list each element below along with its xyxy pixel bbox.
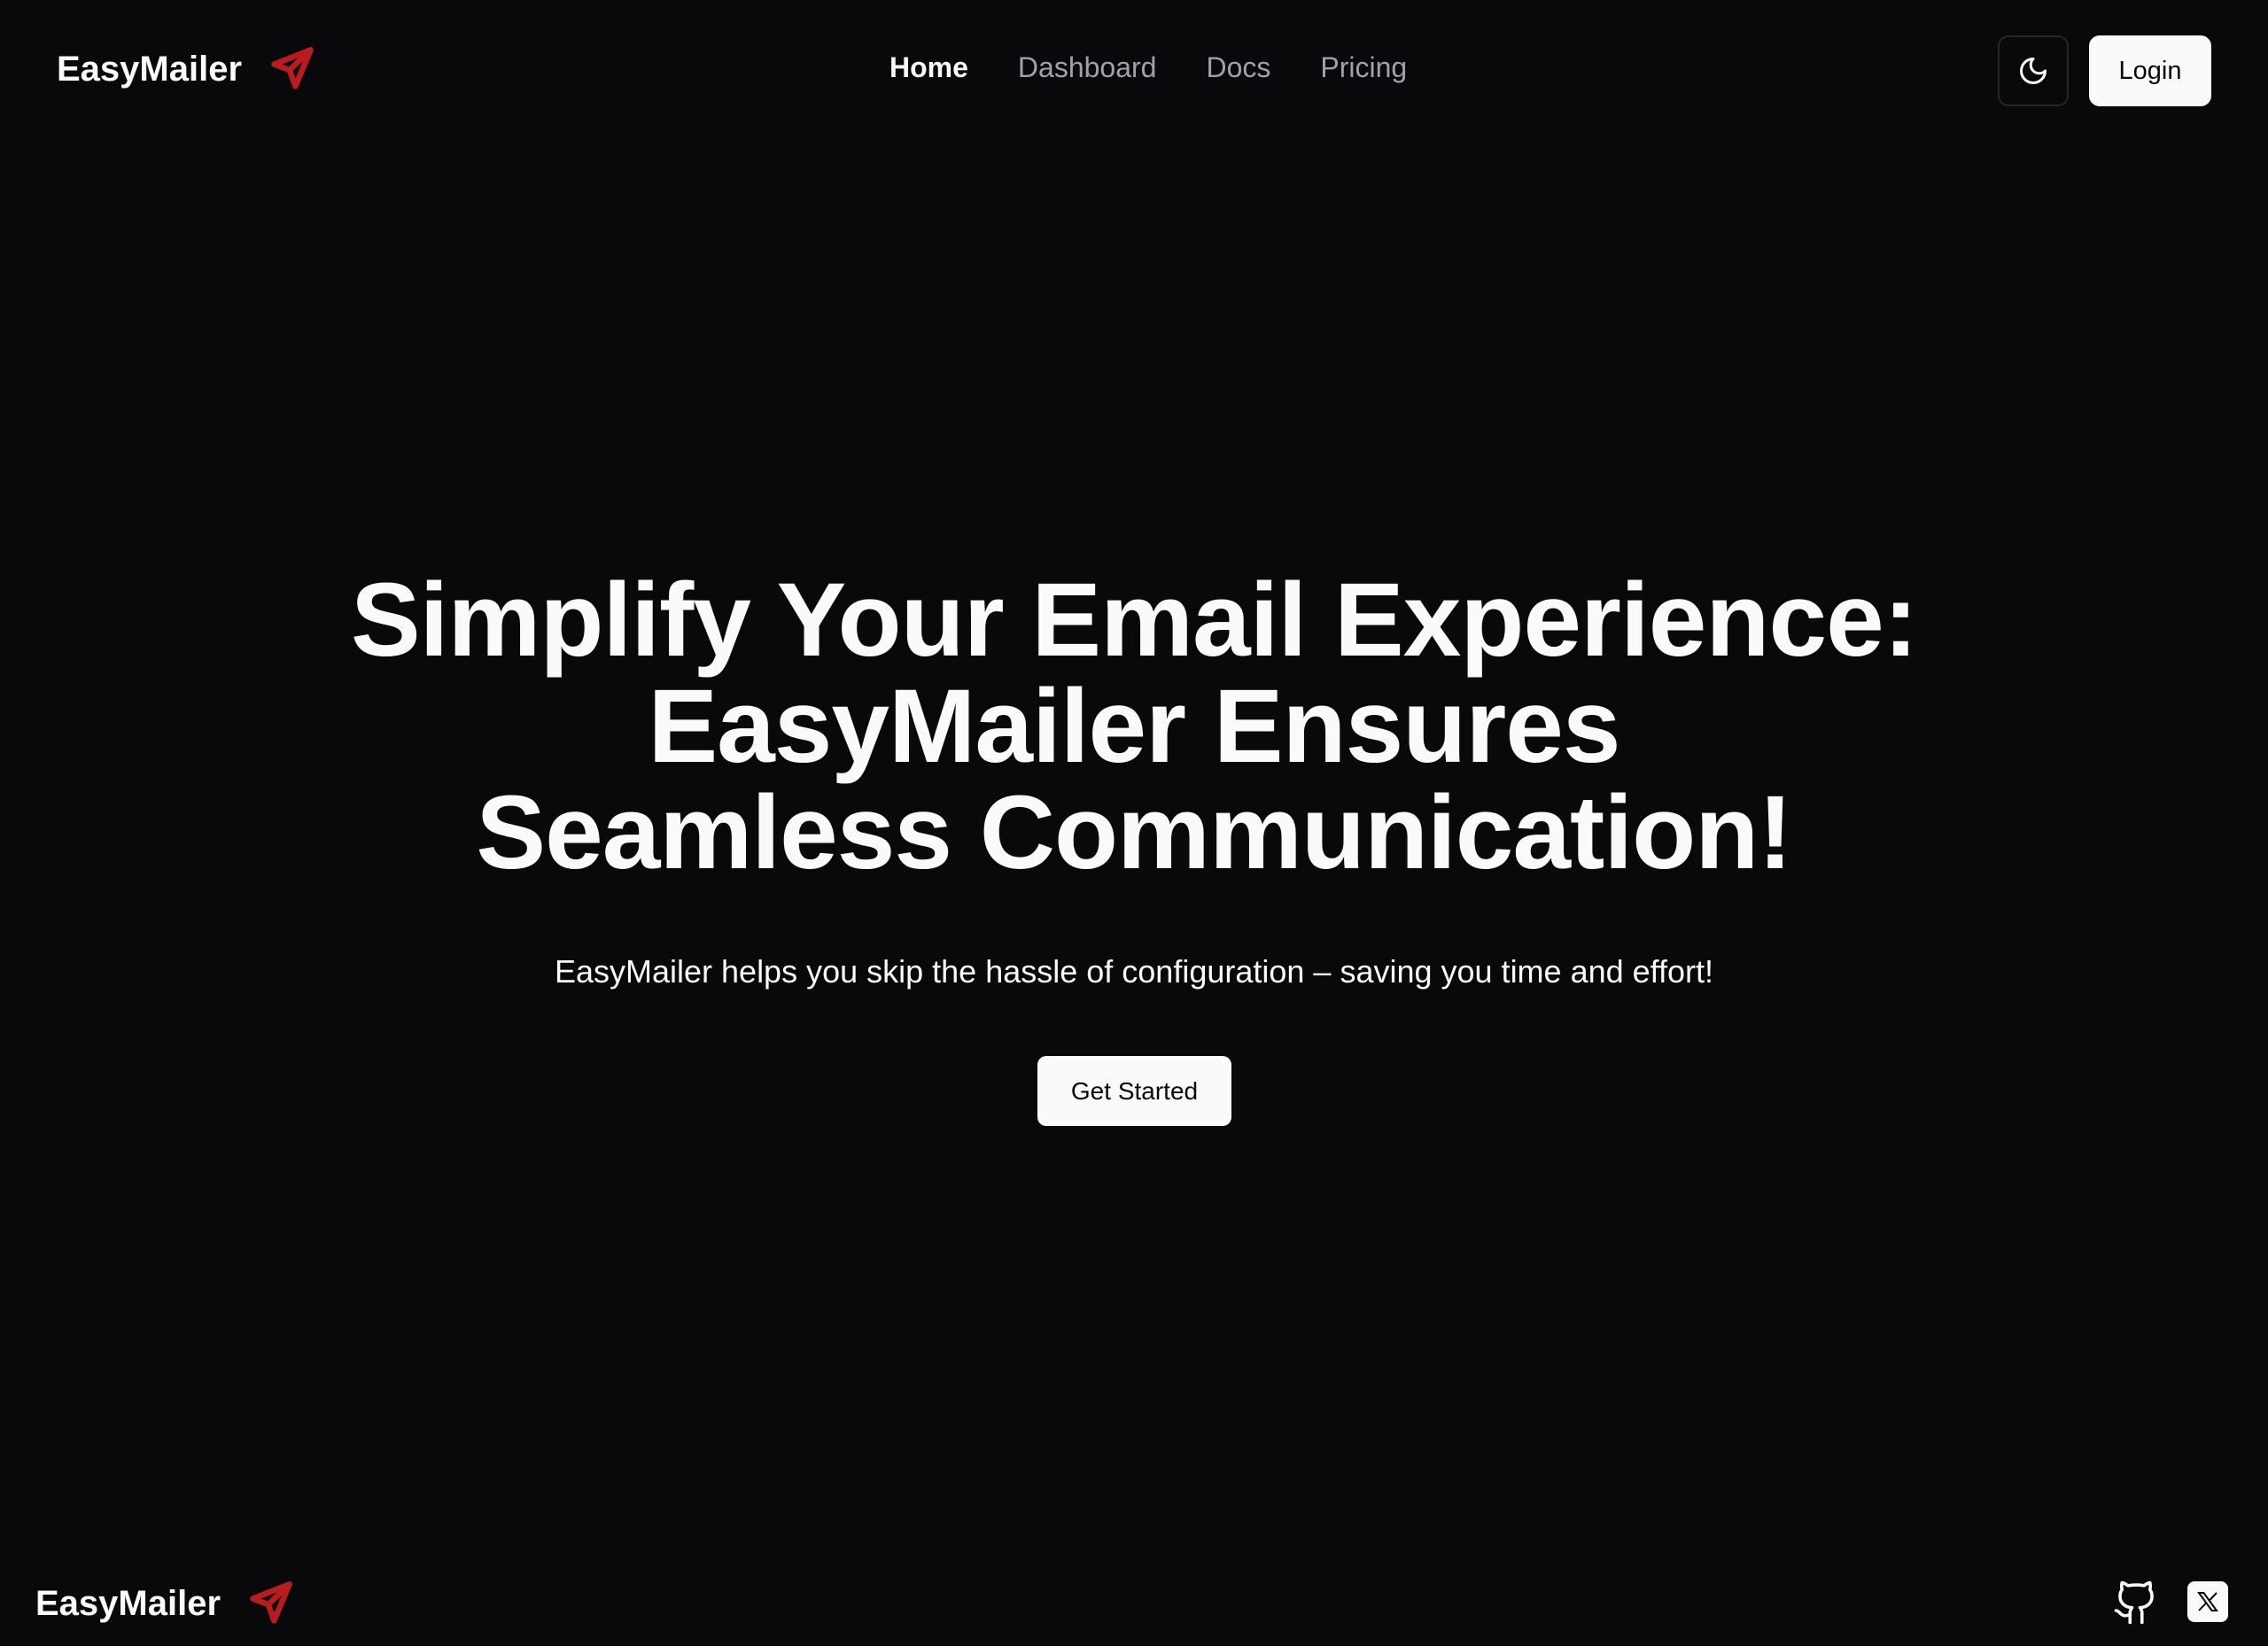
github-icon[interactable] xyxy=(2112,1579,2160,1627)
nav-home[interactable]: Home xyxy=(889,51,968,84)
brand-name: EasyMailer xyxy=(57,49,243,89)
footer-logo[interactable]: EasyMailer xyxy=(35,1580,293,1627)
hero-title-line: Simplify Your Email Experience: xyxy=(350,562,1918,679)
hero-title-line: Seamless Communication! xyxy=(476,774,1792,891)
nav-pricing[interactable]: Pricing xyxy=(1320,51,1407,84)
brand-name: EasyMailer xyxy=(35,1583,221,1623)
header-logo[interactable]: EasyMailer xyxy=(57,46,315,92)
nav-docs[interactable]: Docs xyxy=(1206,51,1270,84)
hero-title-line: EasyMailer Ensures xyxy=(648,668,1620,785)
main-nav: Home Dashboard Docs Pricing xyxy=(889,51,1407,84)
hero-title: Simplify Your Email Experience: EasyMail… xyxy=(0,567,2268,886)
nav-dashboard[interactable]: Dashboard xyxy=(1018,51,1157,84)
hero-subtitle: EasyMailer helps you skip the hassle of … xyxy=(554,953,1714,990)
x-twitter-link[interactable] xyxy=(2187,1581,2228,1622)
moon-icon xyxy=(2020,58,2047,84)
x-logo-icon xyxy=(2197,1592,2218,1611)
get-started-button[interactable]: Get Started xyxy=(1037,1056,1231,1126)
theme-toggle-button[interactable] xyxy=(1998,35,2069,106)
login-button[interactable]: Login xyxy=(2089,35,2211,106)
send-icon xyxy=(250,1581,292,1624)
send-icon xyxy=(271,47,314,89)
